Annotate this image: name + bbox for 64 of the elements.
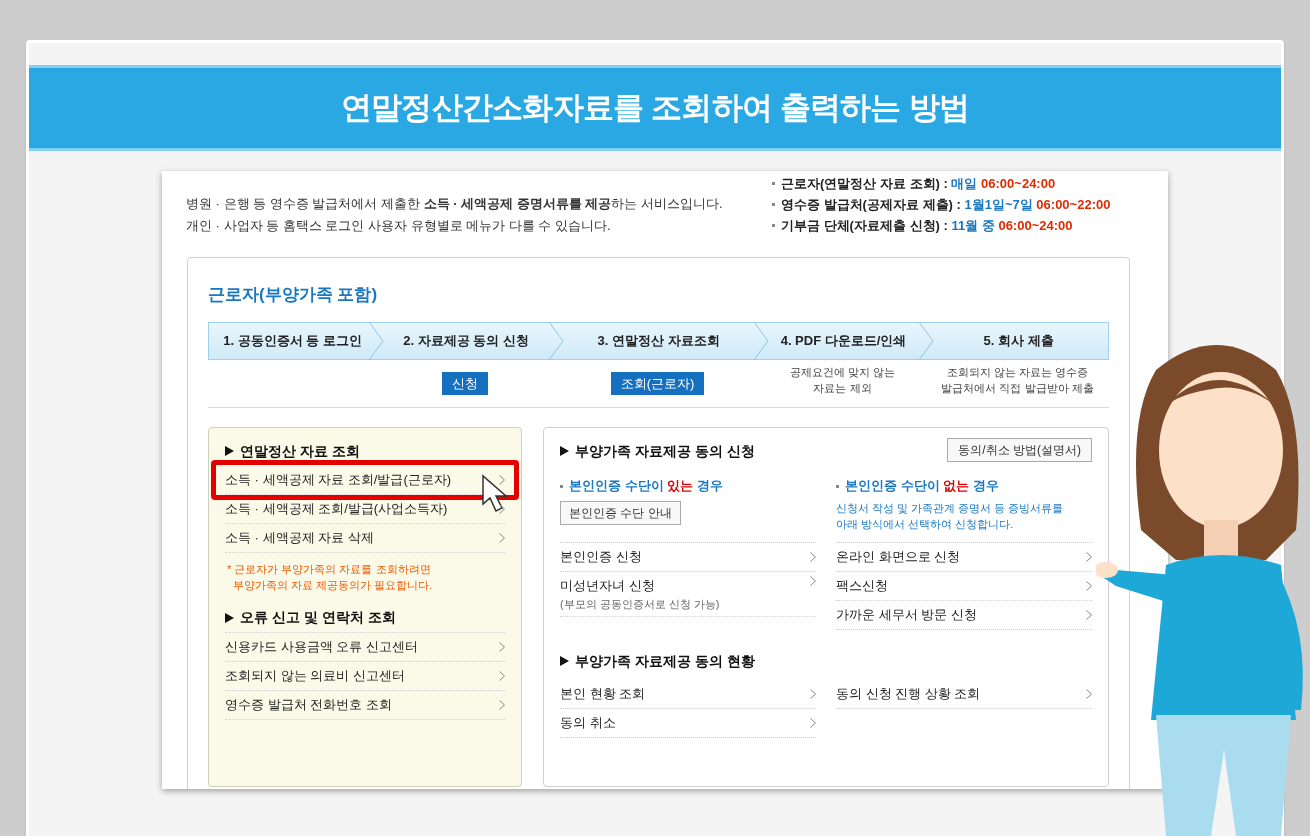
chevron-right-icon (499, 671, 505, 681)
info-button[interactable]: 본인인증 수단 안내 (560, 501, 681, 525)
schedule-text: 영수증 발급처(공제자료 제출) : 1월1일~7일 06:00~22:00 (781, 196, 1111, 214)
column-heading: 본인인증 수단이 없는 경우 (845, 477, 999, 496)
step-button[interactable]: 신청 (442, 372, 488, 395)
step-label: 2. 자료제공 동의 신청 (403, 332, 529, 351)
group-heading: 오류 신고 및 연락처 조회 (240, 608, 396, 627)
group-heading: 부양가족 자료제공 동의 현황 (575, 651, 755, 671)
menu-link[interactable]: 온라인 화면으로 신청 (836, 547, 961, 567)
chevron-right-icon (499, 504, 505, 514)
group-heading: 부양가족 자료제공 동의 신청 (575, 441, 755, 461)
intro-text: 개인 · 사업자 등 홈택스 로그인 사용자 유형별로 메뉴가 다를 수 있습니다. (186, 217, 612, 235)
step-label: 5. 회사 제출 (983, 332, 1054, 351)
schedule-text: 근로자(연말정산 자료 조회) : 매일 06:00~24:00 (781, 175, 1056, 193)
group-heading: 연말정산 자료 조회 (240, 441, 360, 461)
menu-link[interactable]: 동의 취소 (560, 713, 616, 733)
step-label: 4. PDF 다운로드/인쇄 (780, 332, 907, 351)
menu-link[interactable]: 소득 · 세액공제 자료 삭제 (225, 528, 374, 548)
step-label: 1. 공동인증서 등 로그인 (223, 332, 362, 351)
chevron-right-icon (499, 642, 505, 652)
triangle-bullet-icon (560, 656, 569, 666)
step-separator-icon (753, 322, 769, 360)
menu-link[interactable]: 가까운 세무서 방문 신청 (836, 605, 977, 625)
intro-text: 병원 · 은행 등 영수증 발급처에서 제출한 소득 · 세액공제 증명서류를 제공하는 서비스입니다. (186, 195, 724, 213)
step-button[interactable]: 조회(근로자) (610, 372, 705, 395)
triangle-bullet-icon (225, 612, 234, 623)
menu-link[interactable]: 영수증 발급처 전화번호 조회 (225, 695, 392, 715)
chevron-right-icon (499, 533, 505, 543)
chevron-right-icon (810, 576, 816, 586)
cursor-arrow-icon (481, 474, 509, 514)
triangle-bullet-icon (225, 446, 234, 456)
menu-link[interactable]: 본인인증 신청 (560, 547, 642, 567)
menu-link[interactable]: 신용카드 사용금액 오류 신고센터 (225, 637, 418, 657)
step-separator-icon (368, 322, 384, 360)
menu-link[interactable]: 본인 현황 조회 (560, 684, 646, 704)
menu-link[interactable]: 팩스신청 (836, 576, 888, 596)
menu-link[interactable]: 미성년자녀 신청 (560, 576, 720, 596)
chevron-right-icon (810, 689, 816, 699)
hint-text: (부모의 공동인증서로 신청 가능) (560, 596, 720, 612)
menu-link[interactable]: 동의 신청 진행 상황 조회 (836, 684, 981, 704)
chevron-right-icon (810, 552, 816, 562)
chevron-right-icon (1086, 689, 1092, 699)
chevron-right-icon (1086, 552, 1092, 562)
step-note: 공제요건에 맞지 않는 자료는 제외 (789, 365, 896, 396)
notice-text: * 근로자가 부양가족의 자료를 조회하려면 부양가족의 자료 제공동의가 필요합니다. (226, 562, 434, 593)
step-note: 조회되지 않는 자료는 영수증 발급처에서 직접 발급받아 제출 (941, 365, 1094, 396)
chevron-right-icon (499, 700, 505, 710)
schedule-text: 기부금 단체(자료제출 신청) : 11월 중 06:00~24:00 (781, 217, 1073, 235)
chevron-right-icon (810, 718, 816, 728)
section-title: 근로자(부양가족 포함) (208, 284, 379, 306)
triangle-bullet-icon (560, 446, 569, 456)
menu-link[interactable]: 조회되지 않는 의료비 신고센터 (225, 666, 405, 686)
banner-title: 연말정산간소화자료를 조회하여 출력하는 방법 (341, 88, 969, 127)
guide-button[interactable]: 동의/취소 방법(설명서) (947, 438, 1092, 462)
step-label: 3. 연말정산 자료조회 (597, 332, 720, 351)
step-separator-icon (548, 322, 564, 360)
chevron-right-icon (499, 475, 505, 485)
chevron-right-icon (1086, 610, 1092, 620)
menu-link[interactable]: 소득 · 세액공제 자료 조회/발급(근로자) (225, 470, 452, 490)
description-text: 신청서 작성 및 가족관계 증명서 등 증빙서류를 아래 방식에서 선택하여 신청합니다. (836, 501, 1065, 532)
chevron-right-icon (1086, 581, 1092, 591)
menu-link[interactable]: 소득 · 세액공제 조회/발급(사업소득자) (225, 499, 448, 519)
step-separator-icon (918, 322, 934, 360)
column-heading: 본인인증 수단이 있는 경우 (569, 477, 723, 496)
